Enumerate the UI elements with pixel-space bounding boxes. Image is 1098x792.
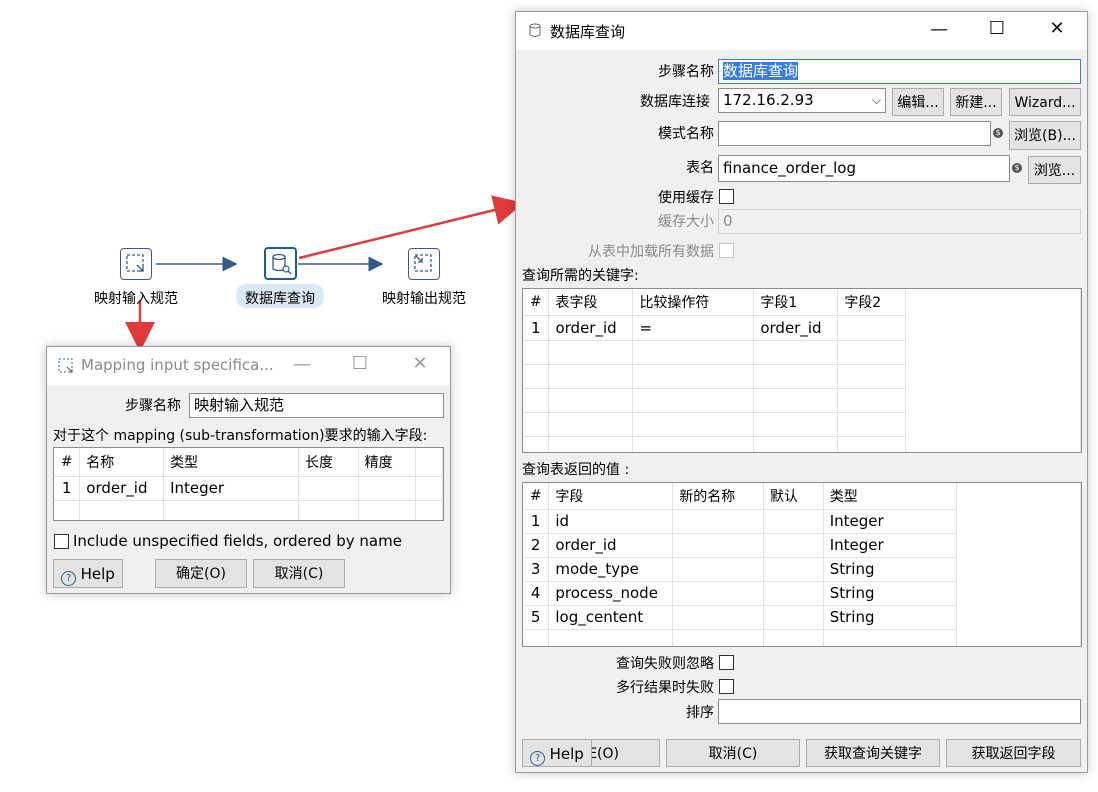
column-header[interactable]: 新的名称 bbox=[672, 483, 764, 510]
step-label: 数据库查询 bbox=[245, 291, 315, 307]
mapping-input-icon bbox=[58, 358, 73, 373]
load-all-label: 从表中加载所有数据 bbox=[588, 244, 714, 260]
column-header[interactable]: 精度 bbox=[358, 448, 417, 477]
schema-label: 模式名称 bbox=[658, 126, 714, 142]
step-label: 映射输出规范 bbox=[382, 291, 466, 307]
column-header[interactable]: 名称 bbox=[79, 448, 165, 477]
column-header[interactable]: 类型 bbox=[823, 483, 958, 510]
table-row[interactable]: 4 process_node String bbox=[523, 581, 1081, 606]
variable-icon: $ bbox=[993, 128, 1003, 138]
cache-size-label: 缓存大小 bbox=[658, 214, 714, 230]
database-lookup-step-icon[interactable] bbox=[264, 247, 297, 280]
column-header[interactable]: 字段2 bbox=[837, 289, 907, 316]
fail-ignore-label: 查询失败则忽略 bbox=[616, 656, 714, 672]
step-label: 映射输入规范 bbox=[94, 291, 178, 307]
minimize-icon[interactable]: — bbox=[916, 19, 962, 40]
window-title: Mapping input specifica... bbox=[81, 356, 274, 374]
load-all-checkbox[interactable] bbox=[719, 243, 734, 258]
column-header[interactable]: # bbox=[523, 289, 550, 316]
mapping-input-icon bbox=[126, 254, 144, 272]
database-icon bbox=[529, 23, 541, 37]
multi-row-fail-checkbox[interactable] bbox=[719, 679, 734, 694]
get-lookup-keys-button[interactable]: 获取查询关键字 bbox=[806, 739, 940, 767]
column-header[interactable]: 字段1 bbox=[753, 289, 839, 316]
new-connection-button[interactable]: 新建... bbox=[950, 88, 1002, 116]
cache-label: 使用缓存 bbox=[658, 190, 714, 206]
step-name-input[interactable]: 映射输入规范 bbox=[189, 393, 444, 418]
help-button[interactable]: ? Help bbox=[53, 559, 123, 588]
browse-table-button[interactable]: 浏览... bbox=[1028, 156, 1081, 184]
chevron-down-icon: ⌵ bbox=[871, 93, 881, 107]
order-by-label: 排序 bbox=[686, 705, 714, 721]
cancel-button[interactable]: 取消(C) bbox=[666, 739, 800, 767]
include-unspecified-label: Include unspecified fields, ordered by n… bbox=[73, 532, 402, 550]
table-row[interactable]: 2 order_id Integer bbox=[523, 533, 1081, 558]
help-icon: ? bbox=[61, 571, 77, 586]
mapping-input-step-icon[interactable] bbox=[120, 248, 152, 280]
return-values-table[interactable]: # 字段 新的名称 默认 类型 1 id Integer 2 order_id bbox=[522, 482, 1082, 647]
column-header[interactable]: 比较操作符 bbox=[632, 289, 755, 316]
values-caption: 查询表返回的值 : bbox=[522, 462, 630, 478]
help-icon: ? bbox=[530, 751, 546, 766]
database-icon bbox=[272, 253, 292, 275]
input-fields-table[interactable]: # 名称 类型 长度 精度 1 order_id Integer bbox=[53, 447, 444, 521]
variable-icon: $ bbox=[1012, 163, 1022, 173]
table-input[interactable]: finance_order_log bbox=[718, 155, 1010, 182]
table-label: 表名 bbox=[686, 160, 714, 176]
column-header[interactable]: 表字段 bbox=[548, 289, 634, 316]
column-header[interactable]: # bbox=[523, 483, 550, 510]
column-header[interactable]: 长度 bbox=[298, 448, 359, 477]
table-row[interactable]: 1 id Integer bbox=[523, 509, 1081, 534]
fields-caption: 对于这个 mapping (sub-transformation)要求的输入字段… bbox=[53, 428, 428, 444]
use-cache-checkbox[interactable] bbox=[719, 189, 734, 204]
lookup-keys-table[interactable]: # 表字段 比较操作符 字段1 字段2 1 order_id = order_i… bbox=[522, 288, 1082, 453]
table-row[interactable]: 1 order_id Integer bbox=[54, 476, 443, 501]
maximize-icon[interactable]: ☐ bbox=[974, 18, 1020, 39]
close-icon[interactable]: ✕ bbox=[1034, 18, 1080, 39]
column-header[interactable]: # bbox=[54, 448, 81, 477]
title-bar: Mapping input specifica... — ☐ ✕ bbox=[47, 347, 450, 385]
minimize-icon[interactable]: — bbox=[279, 354, 325, 375]
schema-input[interactable] bbox=[718, 121, 991, 146]
table-row[interactable]: 3 mode_type String bbox=[523, 557, 1081, 582]
keys-caption: 查询所需的关键字: bbox=[522, 268, 639, 284]
include-unspecified-checkbox[interactable] bbox=[54, 534, 69, 549]
database-lookup-dialog: 数据库查询 — ☐ ✕ 步骤名称 数据库查询 数据库连接 172.16.2.93… bbox=[515, 11, 1088, 773]
mapping-output-icon bbox=[414, 254, 432, 272]
connection-label: 数据库连接 bbox=[640, 94, 710, 110]
column-header[interactable]: 类型 bbox=[163, 448, 299, 477]
browse-schema-button[interactable]: 浏览(B)... bbox=[1009, 121, 1081, 150]
cancel-button[interactable]: 取消(C) bbox=[253, 559, 345, 588]
step-name-label: 步骤名称 bbox=[658, 64, 714, 80]
column-header[interactable]: 字段 bbox=[548, 483, 674, 510]
window-title: 数据库查询 bbox=[550, 23, 626, 41]
wizard-button[interactable]: Wizard... bbox=[1009, 88, 1081, 116]
edit-connection-button[interactable]: 编辑... bbox=[892, 88, 944, 116]
mapping-input-dialog: Mapping input specifica... — ☐ ✕ 步骤名称 映射… bbox=[46, 346, 451, 594]
table-row[interactable]: 1 order_id = order_id bbox=[523, 315, 1081, 341]
mapping-output-step-icon[interactable] bbox=[408, 248, 440, 280]
cache-size-input[interactable]: 0 bbox=[718, 209, 1081, 234]
maximize-icon[interactable]: ☐ bbox=[337, 353, 383, 374]
step-name-label: 步骤名称 bbox=[125, 398, 181, 414]
step-name-input[interactable]: 数据库查询 bbox=[718, 59, 1081, 84]
help-button[interactable]: ? Help bbox=[522, 739, 592, 767]
close-icon[interactable]: ✕ bbox=[397, 353, 443, 374]
title-bar: 数据库查询 — ☐ ✕ bbox=[516, 12, 1087, 50]
fail-ignore-checkbox[interactable] bbox=[719, 655, 734, 670]
column-header[interactable]: 默认 bbox=[763, 483, 824, 510]
get-return-fields-button[interactable]: 获取返回字段 bbox=[946, 739, 1081, 767]
multi-row-fail-label: 多行结果时失败 bbox=[616, 680, 714, 696]
table-row[interactable]: 5 log_centent String bbox=[523, 605, 1081, 630]
ok-button[interactable]: 确定(O) bbox=[155, 559, 247, 588]
connection-select[interactable]: 172.16.2.93 ⌵ bbox=[718, 88, 886, 113]
order-by-input[interactable] bbox=[718, 699, 1081, 724]
